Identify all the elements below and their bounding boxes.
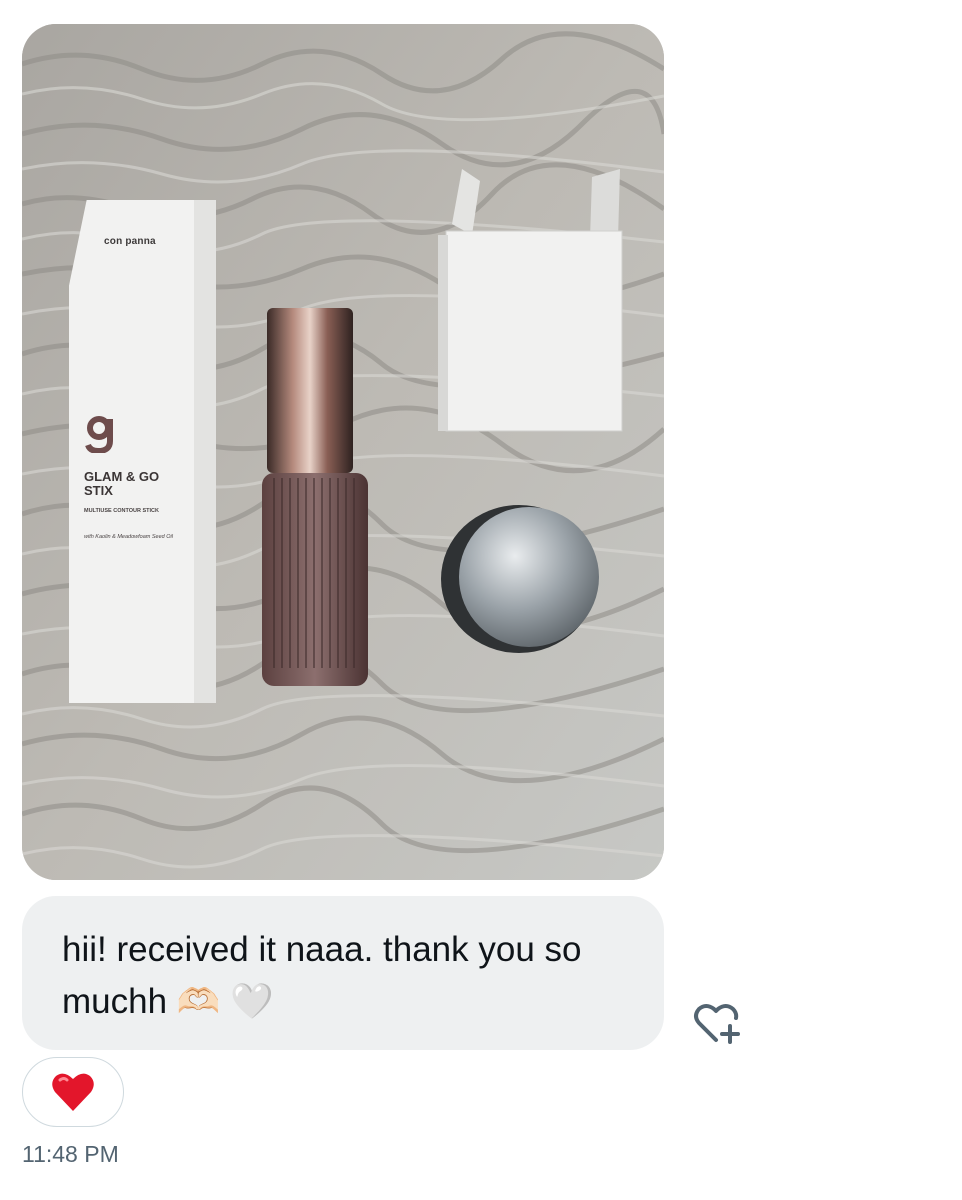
photo-attachment[interactable]: con panna GLAM & GO STIX MULTIUSE CONTOU… [22,24,664,880]
open-box [438,169,623,432]
message-text: hii! received it naaa. thank you so much… [62,930,582,1021]
red-heart-icon [52,1073,94,1111]
message-bubble[interactable]: hii! received it naaa. thank you so much… [22,896,664,1050]
box-ingredients: with Kaolin & Meadowfoam Seed Oil [84,534,173,540]
product-box: con panna GLAM & GO STIX MULTIUSE CONTOU… [69,200,216,703]
box-product-type: MULTIUSE CONTOUR STICK [84,508,159,514]
reaction-pill[interactable] [22,1057,124,1127]
compact-case [441,505,599,653]
heart-plus-icon[interactable] [690,996,744,1050]
box-product-name: GLAM & GO STIX [84,469,160,498]
contour-stick [262,308,368,686]
brand-logo-icon [85,416,113,453]
message-timestamp: 11:48 PM [22,1141,119,1167]
box-brand-label: con panna [104,236,156,247]
box-side [194,200,216,703]
